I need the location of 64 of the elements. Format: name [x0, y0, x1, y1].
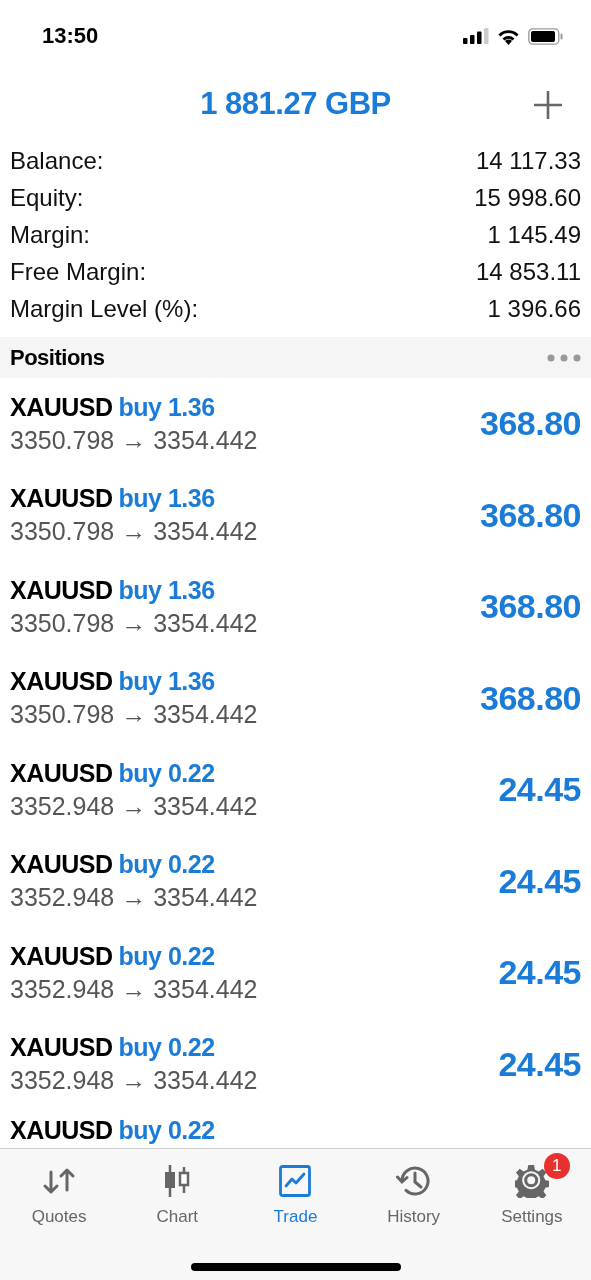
position-profit: 24.45	[498, 1044, 581, 1084]
position-trade: buy 1.36	[118, 392, 215, 422]
line-chart-icon	[279, 1165, 312, 1197]
summary-label: Margin Level (%):	[10, 294, 199, 323]
tab-quotes[interactable]: Quotes	[9, 1151, 110, 1227]
section-title: Positions	[10, 344, 105, 371]
position-profit: 24.45	[498, 770, 581, 810]
position-symbol: XAUUSD	[10, 484, 113, 514]
position-trade: buy 0.22	[118, 1033, 215, 1063]
position-profit: 24.45	[498, 953, 581, 993]
position-symbol: XAUUSD	[10, 667, 113, 697]
position-symbol: XAUUSD	[10, 758, 113, 788]
position-prices: 3352.948 → 3354.442	[10, 1066, 258, 1096]
position-prices: 3350.798 → 3354.442	[10, 608, 258, 638]
position-symbol: XAUUSD	[10, 850, 113, 880]
settings-icon	[514, 1164, 549, 1198]
position-symbol: XAUUSD	[10, 1033, 113, 1063]
summary-label: Balance:	[10, 146, 104, 175]
position-trade: buy 1.36	[118, 484, 215, 514]
wifi-icon	[497, 27, 520, 45]
account-profit: 1 881.27 GBP	[200, 86, 391, 122]
position-trade: buy 0.22	[118, 850, 215, 880]
candlestick-icon	[164, 1164, 191, 1198]
tab-chart[interactable]: Chart	[127, 1151, 228, 1227]
notification-badge: 1	[543, 1153, 570, 1179]
add-button[interactable]	[531, 88, 565, 122]
position-profit: 368.80	[480, 678, 581, 718]
position-symbol: XAUUSD	[10, 392, 113, 422]
position-prices: 3352.948 → 3354.442	[10, 791, 258, 821]
status-time: 13:50	[42, 23, 99, 49]
summary-value: 1 145.49	[487, 220, 581, 249]
position-trade: buy 0.22	[118, 758, 215, 788]
summary-label: Equity:	[10, 183, 84, 212]
position-trade: buy 1.36	[118, 667, 215, 697]
tab-trade[interactable]: Trade	[245, 1151, 346, 1227]
summary-label: Margin:	[10, 220, 91, 249]
position-symbol: XAUUSD	[10, 575, 113, 605]
summary-label: Free Margin:	[10, 257, 147, 286]
more-icon[interactable]	[547, 353, 581, 362]
history-icon	[395, 1164, 432, 1198]
battery-icon	[528, 27, 563, 45]
position-prices: 3350.798 → 3354.442	[10, 700, 258, 730]
tab-settings[interactable]: Settings 1	[481, 1151, 582, 1227]
position-profit: 368.80	[480, 404, 581, 444]
tab-history[interactable]: History	[363, 1151, 464, 1227]
position-profit: 368.80	[480, 495, 581, 535]
position-prices: 3352.948 → 3354.442	[10, 974, 258, 1004]
up-down-arrows-icon	[42, 1166, 77, 1196]
summary-value: 14 117.33	[476, 146, 581, 175]
position-prices: 3352.948 → 3354.442	[10, 883, 258, 913]
position-trade: buy 0.22	[118, 1116, 215, 1145]
position-trade: buy 0.22	[118, 941, 215, 971]
position-symbol: XAUUSD	[10, 941, 113, 971]
position-profit: 368.80	[480, 587, 581, 627]
signal-icon	[463, 28, 489, 44]
position-prices: 3350.798 → 3354.442	[10, 425, 258, 455]
position-prices: 3350.798 → 3354.442	[10, 517, 258, 547]
summary-value: 15 998.60	[474, 183, 581, 212]
plus-icon	[531, 88, 565, 122]
summary-value: 14 853.11	[476, 257, 581, 286]
summary-value: 1 396.66	[487, 294, 581, 323]
position-symbol: XAUUSD	[10, 1116, 113, 1145]
position-trade: buy 1.36	[118, 575, 215, 605]
position-profit: 24.45	[498, 861, 581, 901]
